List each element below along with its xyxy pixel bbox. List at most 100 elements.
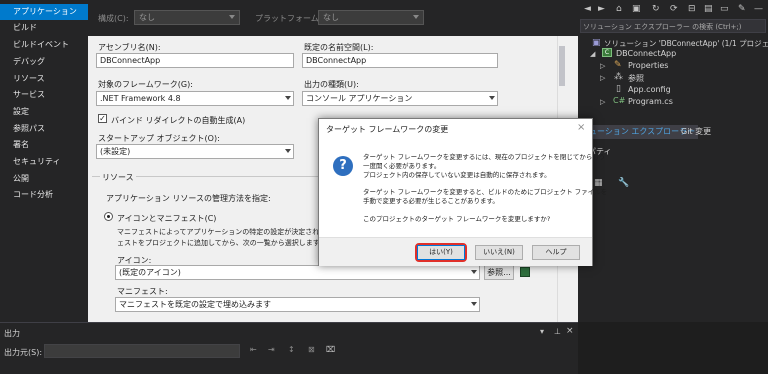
wrench-icon: ✎ (614, 60, 622, 70)
csharp-file-icon: C# (613, 96, 626, 105)
output-source-combo[interactable] (44, 344, 240, 358)
assembly-name-input[interactable]: DBConnectApp (96, 53, 294, 68)
references-node[interactable]: 参照 (628, 73, 644, 84)
nav-item-settings[interactable]: 設定 (0, 104, 88, 120)
assembly-name-label: アセンブリ名(N): (98, 43, 161, 52)
nav-item-signing[interactable]: 署名 (0, 137, 88, 153)
chevron-down-icon (489, 96, 495, 100)
next-message-icon[interactable]: ↕ (288, 345, 295, 354)
icon-manifest-radio[interactable] (104, 212, 113, 221)
solution-search-box[interactable]: ソリューション エクスプローラー の検索 (Ctrl+;) (580, 19, 766, 33)
tab-git-changes[interactable]: Git 変更 (678, 125, 714, 139)
app-config-node[interactable]: App.config (628, 85, 671, 94)
solution-switch-icon[interactable]: ▣ (632, 4, 641, 14)
output-source-label: 出力元(S): (4, 348, 43, 357)
configuration-label: 構成(C): (98, 14, 129, 23)
manifest-description-line1: マニフェストによってアプリケーションの特定の設定が決定されます。 (117, 228, 340, 236)
collapse-arrow-icon[interactable]: ▷ (600, 73, 605, 83)
solution-search-placeholder: ソリューション エクスプローラー の検索 (Ctrl+;) (583, 23, 742, 31)
output-type-label: 出力の種類(U): (304, 80, 359, 89)
sync-icon[interactable]: ↻ (652, 4, 660, 14)
scrollbar-thumb[interactable] (559, 46, 565, 86)
solution-node[interactable]: ソリューション 'DBConnectApp' (1/1 プロジェクト) (604, 38, 768, 49)
refresh-icon[interactable]: ⟳ (670, 4, 678, 14)
output-type-combo[interactable]: コンソール アプリケーション (302, 91, 498, 106)
chevron-down-icon (471, 270, 477, 274)
auto-binding-redirect-checkbox[interactable]: ✓ (98, 114, 107, 123)
configuration-value: なし (139, 13, 155, 22)
platform-value: なし (323, 13, 339, 22)
auto-binding-redirect-label: バインド リダイレクトの自動生成(A) (111, 116, 246, 125)
target-framework-value: .NET Framework 4.8 (100, 94, 181, 103)
help-button[interactable]: ヘルプ (532, 245, 580, 260)
pin-icon[interactable]: ⊥ (554, 327, 561, 336)
no-button[interactable]: いいえ(N) (475, 245, 523, 260)
solution-explorer: ◄ ► ⌂ ▣ ↻ ⟳ ⊟ ▤ ▭ ✎ — ソリューション エクスプローラー の… (578, 0, 768, 322)
yes-button[interactable]: はい(Y) (417, 245, 465, 260)
nav-item-build-events[interactable]: ビルドイベント (0, 37, 88, 53)
startup-object-combo[interactable]: (未設定) (96, 144, 294, 159)
resources-header: リソース (100, 172, 136, 183)
icon-combo[interactable]: (既定のアイコン) (115, 265, 480, 280)
nav-item-security[interactable]: セキュリティ (0, 154, 88, 170)
previous-message-icon[interactable]: ⇥ (268, 345, 275, 354)
more-icon[interactable]: — (754, 4, 763, 14)
dialog-message-1-line3: プロジェクト内の保存していない変更は自動的に保存されます。 (363, 171, 551, 179)
nav-item-code-analysis[interactable]: コード分析 (0, 187, 88, 203)
output-title: 出力 (4, 329, 20, 338)
nav-item-build[interactable]: ビルド (0, 20, 88, 36)
nav-item-debug[interactable]: デバッグ (0, 54, 88, 70)
show-all-files-icon[interactable]: ▤ (704, 4, 713, 14)
default-namespace-label: 既定の名前空間(L): (304, 43, 374, 52)
manifest-combo[interactable]: マニフェストを既定の設定で埋め込みます (115, 297, 480, 312)
browse-icon-button[interactable]: 参照... (484, 265, 514, 280)
default-namespace-input[interactable]: DBConnectApp (302, 53, 498, 68)
properties-node[interactable]: Properties (628, 61, 668, 70)
nav-item-resources[interactable]: リソース (0, 71, 88, 87)
preview-icon[interactable]: ▭ (720, 4, 729, 14)
chevron-down-icon (285, 96, 291, 100)
expand-arrow-icon[interactable]: ◢ (590, 49, 595, 59)
chevron-down-icon (229, 15, 235, 19)
icon-value: (既定のアイコン) (119, 268, 181, 277)
output-panel: 出力 ▾ ⊥ × 出力元(S): ⇤ ⇥ ↕ ⊠ ⌧ (0, 322, 578, 374)
icon-manifest-label: アイコンとマニフェスト(C) (117, 214, 217, 223)
solution-icon: ▣ (592, 38, 601, 48)
nav-item-publish[interactable]: 公開 (0, 171, 88, 187)
dialog-message-1-line1: ターゲット フレームワークを変更するには、現在のプロジェクトを閉じてからもう (363, 153, 606, 161)
close-icon[interactable]: × (566, 326, 574, 336)
platform-combo[interactable]: なし (318, 10, 424, 25)
forward-icon[interactable]: ► (598, 4, 605, 14)
home-icon[interactable]: ⌂ (616, 4, 622, 14)
references-icon: ⁂ (614, 72, 623, 82)
startup-object-value: (未設定) (100, 147, 131, 156)
collapse-all-icon[interactable]: ⊟ (688, 4, 696, 14)
icon-preview (520, 267, 530, 277)
property-pages-icon[interactable]: ▦ (594, 178, 603, 188)
output-type-value: コンソール アプリケーション (306, 94, 413, 103)
target-framework-combo[interactable]: .NET Framework 4.8 (96, 91, 294, 106)
collapse-arrow-icon[interactable]: ▷ (600, 61, 605, 71)
back-icon[interactable]: ◄ (584, 4, 591, 14)
chevron-down-icon (285, 149, 291, 153)
question-icon: ? (333, 156, 353, 176)
word-wrap-icon[interactable]: ⌧ (326, 345, 335, 354)
panel-options-icon[interactable]: ▾ (540, 327, 544, 336)
manifest-label: マニフェスト: (117, 287, 168, 296)
nav-item-reference-paths[interactable]: 参照パス (0, 121, 88, 137)
project-node[interactable]: DBConnectApp (616, 49, 676, 58)
collapse-arrow-icon[interactable]: ▷ (600, 97, 605, 107)
nav-item-application[interactable]: アプリケーション (0, 4, 88, 20)
properties-wrench-icon[interactable]: ✎ (738, 4, 746, 14)
find-message-icon[interactable]: ⇤ (250, 345, 257, 354)
program-cs-node[interactable]: Program.cs (628, 97, 673, 106)
chevron-down-icon (471, 302, 477, 306)
dialog-title: ターゲット フレームワークの変更 (326, 125, 449, 134)
clear-all-icon[interactable]: ⊠ (308, 345, 315, 354)
configuration-bar: 構成(C): なし プラットフォーム(M): なし (88, 0, 578, 36)
dialog-question: このプロジェクトのターゲット フレームワークを変更しますか? (363, 215, 551, 223)
close-icon[interactable]: × (577, 122, 585, 133)
configuration-combo[interactable]: なし (134, 10, 240, 25)
wrench-icon[interactable]: 🔧 (618, 178, 629, 188)
nav-item-services[interactable]: サービス (0, 87, 88, 103)
